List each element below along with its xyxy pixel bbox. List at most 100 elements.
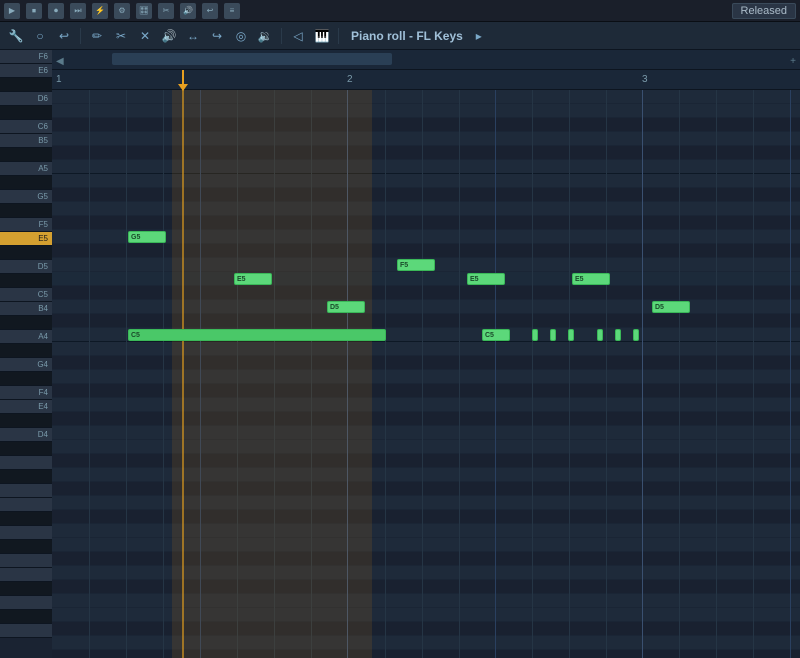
released-badge[interactable]: Released bbox=[732, 3, 796, 19]
note-c5-4[interactable] bbox=[550, 329, 556, 341]
icon-6[interactable]: ⚙ bbox=[114, 3, 130, 19]
vline-sub2 bbox=[126, 90, 127, 658]
note-c5-3[interactable] bbox=[532, 329, 538, 341]
tool-separator-1 bbox=[80, 28, 81, 44]
tool-erase[interactable]: ✕ bbox=[135, 26, 155, 46]
piano-key-b4[interactable]: B4 bbox=[0, 302, 52, 316]
piano-key-extra10[interactable] bbox=[0, 568, 52, 582]
piano-key-extra3[interactable] bbox=[0, 470, 52, 484]
piano-key-extra11[interactable] bbox=[0, 582, 52, 596]
grid-row-ext7 bbox=[52, 566, 800, 580]
tool-arrow[interactable]: ◁ bbox=[288, 26, 308, 46]
piano-key-as5[interactable] bbox=[0, 148, 52, 162]
piano-key-fs4[interactable] bbox=[0, 372, 52, 386]
piano-key-ds6[interactable] bbox=[0, 78, 52, 92]
piano-key-extra5[interactable] bbox=[0, 498, 52, 512]
grid-row-ext1 bbox=[52, 482, 800, 496]
grid-row-ext12 bbox=[52, 636, 800, 650]
tool-cut[interactable]: ✂ bbox=[111, 26, 131, 46]
piano-key-extra4[interactable] bbox=[0, 484, 52, 498]
tool-pencil[interactable]: 🔧 bbox=[6, 26, 26, 46]
note-c5-2[interactable]: C5 bbox=[482, 329, 510, 341]
scroll-left-icon[interactable]: ◀ bbox=[56, 56, 64, 67]
piano-key-f6[interactable]: F6 bbox=[0, 50, 52, 64]
piano-key-extra2[interactable] bbox=[0, 456, 52, 470]
main-area: F6 E6 D6 C6 B5 A5 G5 F5 E5 D5 C5 B4 A4 G… bbox=[0, 50, 800, 658]
icon-11[interactable]: ≡ bbox=[224, 3, 240, 19]
icon-1[interactable]: ▶ bbox=[4, 3, 20, 19]
icon-2[interactable]: ⏹ bbox=[26, 3, 42, 19]
grid-row-a5 bbox=[52, 202, 800, 216]
piano-key-d4[interactable]: D4 bbox=[0, 428, 52, 442]
tool-audio[interactable]: 🔉 bbox=[255, 26, 275, 46]
piano-key-g5[interactable]: G5 bbox=[0, 190, 52, 204]
scroll-thumb[interactable] bbox=[112, 53, 392, 65]
piano-key-extra6[interactable] bbox=[0, 512, 52, 526]
note-c5-8[interactable] bbox=[633, 329, 639, 341]
piano-key-extra14[interactable] bbox=[0, 624, 52, 638]
piano-key-fs5[interactable] bbox=[0, 204, 52, 218]
icon-8[interactable]: ✂ bbox=[158, 3, 174, 19]
piano-key-ds4[interactable] bbox=[0, 414, 52, 428]
note-c5-6[interactable] bbox=[597, 329, 603, 341]
tool-volume[interactable]: 🔊 bbox=[159, 26, 179, 46]
piano-key-extra7[interactable] bbox=[0, 526, 52, 540]
piano-key-ds5[interactable] bbox=[0, 246, 52, 260]
tool-zoom[interactable]: ◎ bbox=[231, 26, 251, 46]
piano-key-extra8[interactable] bbox=[0, 540, 52, 554]
note-e5-2[interactable]: E5 bbox=[467, 273, 505, 285]
icon-10[interactable]: ↩ bbox=[202, 3, 218, 19]
piano-key-gs4[interactable] bbox=[0, 344, 52, 358]
piano-key-g4[interactable]: G4 bbox=[0, 358, 52, 372]
icon-9[interactable]: 🔊 bbox=[180, 3, 196, 19]
piano-key-d5[interactable]: D5 bbox=[0, 260, 52, 274]
playhead-triangle bbox=[178, 84, 188, 91]
icon-7[interactable]: 🎛 bbox=[136, 3, 152, 19]
piano-key-f5[interactable]: F5 bbox=[0, 218, 52, 232]
note-c5-5[interactable] bbox=[568, 329, 574, 341]
note-g5-1[interactable]: G5 bbox=[128, 231, 166, 243]
piano-key-a4[interactable]: A4 bbox=[0, 330, 52, 344]
add-icon[interactable]: + bbox=[790, 56, 796, 67]
note-c5-long[interactable]: C5 bbox=[128, 329, 386, 341]
note-e5-3[interactable]: E5 bbox=[572, 273, 610, 285]
piano-key-extra12[interactable] bbox=[0, 596, 52, 610]
note-c5-7[interactable] bbox=[615, 329, 621, 341]
scroll-bar-area[interactable]: ◀ + bbox=[52, 50, 800, 70]
icon-5[interactable]: ⚡ bbox=[92, 3, 108, 19]
tool-undo[interactable]: ↩ bbox=[54, 26, 74, 46]
tool-draw[interactable]: ✏ bbox=[87, 26, 107, 46]
piano-key-extra13[interactable] bbox=[0, 610, 52, 624]
note-d5-2[interactable]: D5 bbox=[652, 301, 690, 313]
piano-key-e4[interactable]: E4 bbox=[0, 400, 52, 414]
piano-key-f4[interactable]: F4 bbox=[0, 386, 52, 400]
piano-key-d6[interactable]: D6 bbox=[0, 92, 52, 106]
piano-key-gs5[interactable] bbox=[0, 176, 52, 190]
note-d5-1[interactable]: D5 bbox=[327, 301, 365, 313]
timeline-marker-3: 3 bbox=[642, 74, 648, 85]
piano-key-extra[interactable] bbox=[0, 442, 52, 456]
grid-row-ext4 bbox=[52, 524, 800, 538]
tool-circle[interactable]: ○ bbox=[30, 26, 50, 46]
tool-piano[interactable]: 🎹 bbox=[312, 26, 332, 46]
piano-key-e6[interactable]: E6 bbox=[0, 64, 52, 78]
piano-key-cs6[interactable] bbox=[0, 106, 52, 120]
tool-arrow-right[interactable]: ▸ bbox=[469, 26, 489, 46]
piano-key-as4[interactable] bbox=[0, 316, 52, 330]
piano-roll-grid[interactable]: G5 E5 F5 E5 E5 D5 D5 C5 C5 bbox=[52, 90, 800, 658]
piano-key-a5[interactable]: A5 bbox=[0, 162, 52, 176]
tool-stretch[interactable]: ↔ bbox=[183, 26, 203, 46]
scroll-indicator[interactable] bbox=[112, 52, 780, 66]
note-f5-1[interactable]: F5 bbox=[397, 259, 435, 271]
piano-key-extra9[interactable] bbox=[0, 554, 52, 568]
piano-key-c5[interactable]: C5 bbox=[0, 288, 52, 302]
piano-key-b5[interactable]: B5 bbox=[0, 134, 52, 148]
icon-4[interactable]: ⏭ bbox=[70, 3, 86, 19]
icon-3[interactable]: ⏺ bbox=[48, 3, 64, 19]
note-e5-1[interactable]: E5 bbox=[234, 273, 272, 285]
orange-region bbox=[172, 90, 372, 658]
tool-redo[interactable]: ↪ bbox=[207, 26, 227, 46]
piano-key-c6[interactable]: C6 bbox=[0, 120, 52, 134]
piano-key-e5[interactable]: E5 bbox=[0, 232, 52, 246]
piano-key-cs5[interactable] bbox=[0, 274, 52, 288]
